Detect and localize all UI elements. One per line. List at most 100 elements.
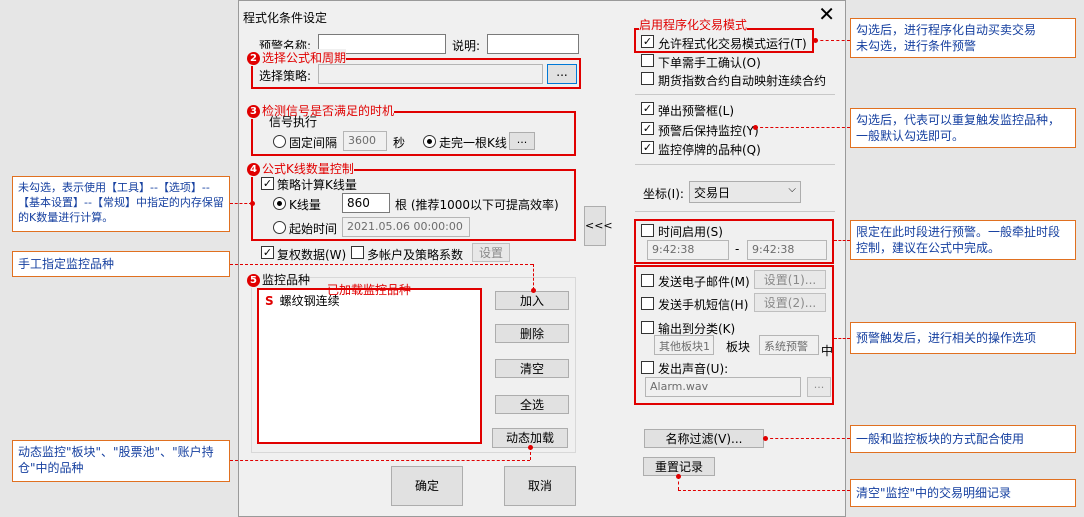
connector (834, 338, 850, 339)
monitor-items-annotation: 5 监控品种 (247, 271, 311, 288)
sms-settings-button[interactable]: 设置(2)... (754, 293, 826, 312)
list-item-prefix: S (265, 294, 274, 308)
select-all-button[interactable]: 全选 (495, 395, 569, 414)
popup-checkbox[interactable]: ✓ (641, 102, 654, 115)
connector (834, 240, 850, 241)
allow-prog-checkbox[interactable]: ✓ (641, 35, 654, 48)
sound-checkbox[interactable] (641, 361, 654, 374)
collapse-button[interactable]: <<< (584, 206, 613, 246)
badge-4: 4 (247, 163, 260, 176)
connector (678, 490, 850, 491)
adjust-checkbox[interactable]: ✓ (261, 246, 274, 259)
fixed-interval-radio[interactable] (273, 135, 286, 148)
note-time: 限定在此时段进行预警。一般牵扯时段控制，建议在公式中完成。 (850, 220, 1076, 260)
strategy-label: 选择策略: (259, 69, 312, 83)
ok-button[interactable]: 确定 (391, 466, 463, 506)
connector (230, 203, 252, 204)
connector-dot (763, 436, 768, 441)
select-formula-text: 选择公式和周期 (262, 51, 347, 65)
connector-dot (250, 201, 255, 206)
sound-file-input[interactable]: Alarm.wav (645, 377, 801, 397)
kline-count-input[interactable]: 860 (342, 193, 390, 213)
coord-select[interactable]: 交易日 ⌵ (689, 181, 801, 203)
fixed-interval-input[interactable]: 3600 (343, 131, 387, 151)
add-button[interactable]: 加入 (495, 291, 569, 310)
close-icon[interactable]: ✕ (818, 4, 835, 24)
multi-account-checkbox[interactable] (351, 246, 364, 259)
after-kline-button[interactable]: ... (509, 132, 535, 150)
chevron-down-icon: ⌵ (788, 184, 796, 195)
note-filter: 一般和监控板块的方式配合使用 (850, 425, 1076, 453)
suspended-label: 监控停牌的品种(Q) (658, 143, 761, 157)
alert-block-field[interactable]: 系统预警 (759, 335, 819, 355)
connector-dot (531, 288, 536, 293)
suspended-checkbox[interactable]: ✓ (641, 141, 654, 154)
start-time-input[interactable]: 2021.05.06 00:00:00 (342, 217, 470, 237)
loaded-items-annotation: 已加载监控品种 (327, 283, 412, 297)
adjust-label: 复权数据(W) (277, 248, 347, 262)
badge-3: 3 (247, 105, 260, 118)
separator (635, 164, 835, 165)
clear-button[interactable]: 清空 (495, 359, 569, 378)
description-label: 说明: (452, 39, 481, 53)
monitor-list[interactable]: S 螺纹钢连续 (259, 290, 480, 442)
after-kline-radio[interactable] (423, 135, 436, 148)
monitor-group-label: 监控品种 (262, 273, 311, 287)
time-end-input[interactable]: 9:42:38 (747, 240, 827, 260)
note-trigger: 预警触发后，进行相关的操作选项 (850, 322, 1076, 354)
strategy-kline-label: 策略计算K线量 (277, 178, 357, 192)
output-checkbox[interactable] (641, 321, 654, 334)
time-enable-checkbox[interactable] (641, 224, 654, 237)
note-kline: 未勾选，表示使用【工具】--【选项】--【基本设置】--【常规】中指定的内存保留… (12, 176, 230, 232)
dialog-title: 程式化条件设定 (243, 11, 328, 25)
note-prog: 勾选后，进行程序化自动买卖交易 未勾选，进行条件预警 (850, 18, 1076, 58)
email-settings-button[interactable]: 设置(1)... (754, 270, 826, 289)
strategy-browse-button[interactable]: ... (547, 64, 577, 84)
kline-control-text: 公式K线数量控制 (262, 162, 354, 176)
cancel-button[interactable]: 取消 (504, 466, 576, 506)
connector (230, 460, 530, 461)
note-dynamic: 动态监控"板块"、"股票池"、"账户持仓"中的品种 (12, 440, 230, 482)
email-checkbox[interactable] (641, 274, 654, 287)
kline-count-radio[interactable] (273, 197, 286, 210)
sms-checkbox[interactable] (641, 297, 654, 310)
keep-monitor-checkbox[interactable]: ✓ (641, 122, 654, 135)
time-enable-label: 时间启用(S) (658, 225, 723, 239)
time-separator: - (735, 242, 740, 256)
need-confirm-checkbox[interactable] (641, 54, 654, 67)
sound-browse-button[interactable]: ... (807, 377, 831, 397)
name-filter-button[interactable]: 名称过滤(V)... (644, 429, 764, 448)
time-start-input[interactable]: 9:42:38 (647, 240, 729, 260)
badge-5: 5 (247, 274, 260, 287)
start-time-radio[interactable] (273, 221, 286, 234)
strategy-input[interactable] (318, 64, 543, 84)
block-label: 板块 (726, 340, 751, 354)
connector-dot (813, 38, 818, 43)
program-condition-dialog: 程式化条件设定 ✕ 预警名称: 说明: 2 选择公式和周期 选择策略: ... 3… (238, 0, 846, 517)
popup-label: 弹出预警框(L) (658, 104, 735, 118)
futures-map-label: 期货指数合约自动映射连续合约 (658, 74, 827, 88)
start-time-label: 起始时间 (289, 222, 338, 236)
connector (765, 438, 850, 439)
need-confirm-label: 下单需手工确认(O) (658, 56, 761, 70)
email-label: 发送电子邮件(M) (658, 275, 750, 289)
description-input[interactable] (487, 34, 579, 54)
other-block-field[interactable]: 其他板块1 (654, 335, 714, 355)
sound-label: 发出声音(U): (658, 362, 729, 376)
note-repeat: 勾选后，代表可以重复触发监控品种，一般默认勾选即可。 (850, 108, 1076, 148)
enable-prog-annotation: 启用程序化交易模式 (639, 16, 748, 33)
futures-map-checkbox[interactable] (641, 72, 654, 85)
delete-button[interactable]: 删除 (495, 324, 569, 343)
seconds-label: 秒 (393, 136, 406, 150)
kline-hint: 根 (推荐1000以下可提高效率) (395, 198, 559, 212)
coord-value: 交易日 (694, 186, 731, 200)
kline-control-annotation: 4 公式K线数量控制 (247, 160, 354, 177)
separator (635, 211, 835, 212)
multi-account-settings-button[interactable]: 设置 (472, 243, 510, 262)
connector (533, 264, 534, 290)
badge-2: 2 (247, 52, 260, 65)
strategy-kline-checkbox[interactable]: ✓ (261, 177, 274, 190)
allow-prog-label: 允许程式化交易模式运行(T) (658, 37, 807, 51)
multi-account-label: 多帐户及策略系数 (367, 248, 464, 262)
note-manual: 手工指定监控品种 (12, 251, 230, 277)
